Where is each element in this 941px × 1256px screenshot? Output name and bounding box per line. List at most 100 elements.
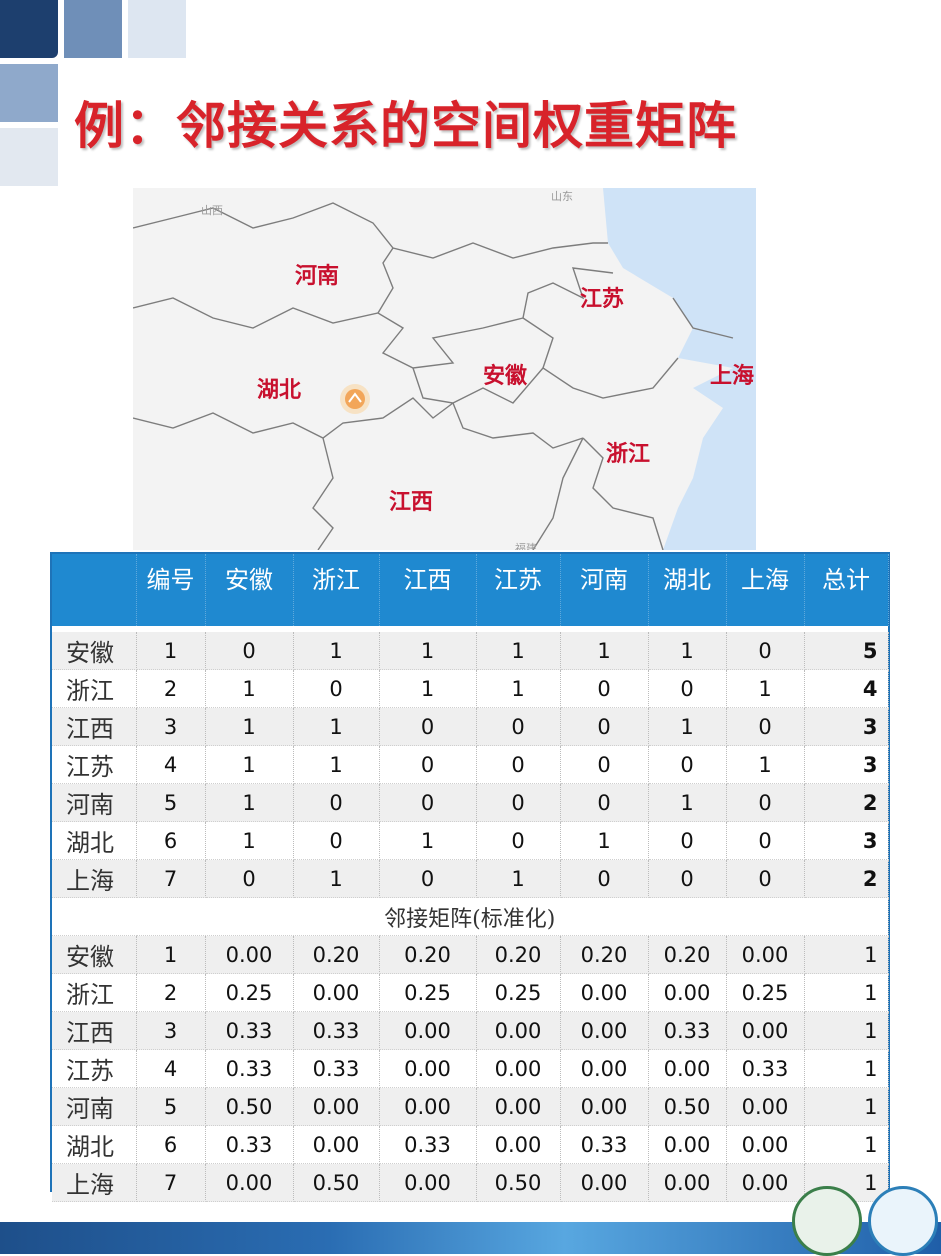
table-cell: 0.50: [476, 1163, 561, 1202]
table-cell: 0.00: [648, 973, 727, 1012]
decor-square: [64, 0, 122, 58]
row-label: 上海: [52, 859, 137, 898]
row-label: 河南: [52, 1087, 137, 1126]
header-cell: 浙江: [293, 554, 380, 626]
table-cell: 0.00: [560, 1163, 649, 1202]
table-cell: 0.20: [560, 935, 649, 974]
table-cell: 5: [136, 783, 206, 822]
row-label: 江苏: [52, 1049, 137, 1088]
table-cell: 1: [205, 745, 294, 784]
table-cell: 7: [136, 859, 206, 898]
table-row: 上海 7 0 1 0 1 0 0 0 2: [52, 859, 889, 898]
table-cell: 0.50: [648, 1087, 727, 1126]
header-cell: 编号: [136, 554, 206, 626]
table-cell: 0: [293, 821, 380, 860]
table-cell: 0.00: [648, 1049, 727, 1088]
table-cell: 1: [293, 745, 380, 784]
table-cell: 0.00: [726, 1011, 805, 1050]
row-label: 江苏: [52, 745, 137, 784]
table-cell: 0: [560, 707, 649, 746]
table-cell: 0: [293, 783, 380, 822]
table-cell: 0: [205, 859, 294, 898]
table-cell: 0.33: [726, 1049, 805, 1088]
table-cell: 7: [136, 1163, 206, 1202]
table-cell: 1: [205, 821, 294, 860]
table-cell: 0: [476, 745, 561, 784]
table-cell: 0.00: [560, 1087, 649, 1126]
header-cell: 江西: [379, 554, 477, 626]
slide-title: 例：邻接关系的空间权重矩阵: [74, 97, 737, 155]
map-borders: [133, 188, 756, 550]
table-cell: 0: [476, 821, 561, 860]
table-cell: 0.00: [379, 1011, 477, 1050]
table-cell: 0.33: [205, 1011, 294, 1050]
table-cell: 4: [136, 1049, 206, 1088]
table-cell: 0.00: [205, 935, 294, 974]
total-cell: 1: [804, 1125, 889, 1164]
table-cell: 1: [379, 821, 477, 860]
table-cell: 0: [205, 632, 294, 670]
table-cell: 0.00: [476, 1049, 561, 1088]
table-cell: 0.00: [560, 1049, 649, 1088]
table-cell: 0.33: [379, 1125, 477, 1164]
table-cell: 0: [726, 821, 805, 860]
table-row: 安徽 1 0 1 1 1 1 1 0 5: [52, 632, 889, 670]
decor-square: [0, 128, 58, 186]
table-cell: 0: [476, 707, 561, 746]
total-cell: 1: [804, 935, 889, 974]
row-label: 江西: [52, 1011, 137, 1050]
table-row: 河南 5 0.50 0.00 0.00 0.00 0.00 0.50 0.00 1: [52, 1087, 889, 1126]
total-cell: 5: [804, 632, 889, 670]
total-cell: 1: [804, 1011, 889, 1050]
table-cell: 0: [648, 859, 727, 898]
table-cell: 0.33: [205, 1125, 294, 1164]
table-cell: 0.00: [476, 1011, 561, 1050]
table-cell: 2: [136, 669, 206, 708]
row-label: 湖北: [52, 1125, 137, 1164]
table-cell: 3: [136, 707, 206, 746]
table-cell: 0.20: [476, 935, 561, 974]
table-cell: 1: [560, 632, 649, 670]
row-label: 安徽: [52, 632, 137, 670]
table-cell: 0.50: [205, 1087, 294, 1126]
table-cell: 0: [379, 745, 477, 784]
table-cell: 3: [136, 1011, 206, 1050]
decor-square: [0, 64, 58, 122]
row-label: 湖北: [52, 821, 137, 860]
table-cell: 1: [476, 669, 561, 708]
table-cell: 0.00: [726, 1163, 805, 1202]
map-label-shanxi: 山西: [201, 204, 223, 217]
table-cell: 0.20: [379, 935, 477, 974]
table-cell: 1: [726, 669, 805, 708]
table-cell: 1: [136, 632, 206, 670]
table-cell: 1: [205, 783, 294, 822]
table-row: 江苏 4 1 1 0 0 0 0 1 3: [52, 745, 889, 784]
decor-square: [128, 0, 186, 58]
table-cell: 0: [648, 669, 727, 708]
table-row: 江西 3 0.33 0.33 0.00 0.00 0.00 0.33 0.00 1: [52, 1011, 889, 1050]
total-cell: 3: [804, 707, 889, 746]
total-cell: 3: [804, 821, 889, 860]
row-label: 安徽: [52, 935, 137, 974]
table-cell: 0: [379, 783, 477, 822]
matrix-caption: 邻接矩阵(标准化): [52, 897, 889, 936]
header-cell: 上海: [726, 554, 805, 626]
table-cell: 1: [293, 859, 380, 898]
map-label-shandong: 山东: [551, 190, 573, 203]
table-cell: 0: [726, 707, 805, 746]
table-cell: 0: [560, 669, 649, 708]
table-row: 河南 5 1 0 0 0 0 1 0 2: [52, 783, 889, 822]
table-cell: 1: [648, 632, 727, 670]
table-cell: 1: [205, 669, 294, 708]
decor-square: [0, 0, 58, 58]
table-cell: 0.33: [293, 1011, 380, 1050]
table-row: 湖北 6 0.33 0.00 0.33 0.00 0.33 0.00 0.00 1: [52, 1125, 889, 1164]
total-cell: 2: [804, 859, 889, 898]
total-cell: 1: [804, 1087, 889, 1126]
table-cell: 0.00: [560, 973, 649, 1012]
table-cell: 2: [136, 973, 206, 1012]
total-cell: 2: [804, 783, 889, 822]
map-label-jiangxi: 江西: [389, 490, 434, 515]
table-cell: 1: [293, 632, 380, 670]
table-cell: 0: [560, 783, 649, 822]
